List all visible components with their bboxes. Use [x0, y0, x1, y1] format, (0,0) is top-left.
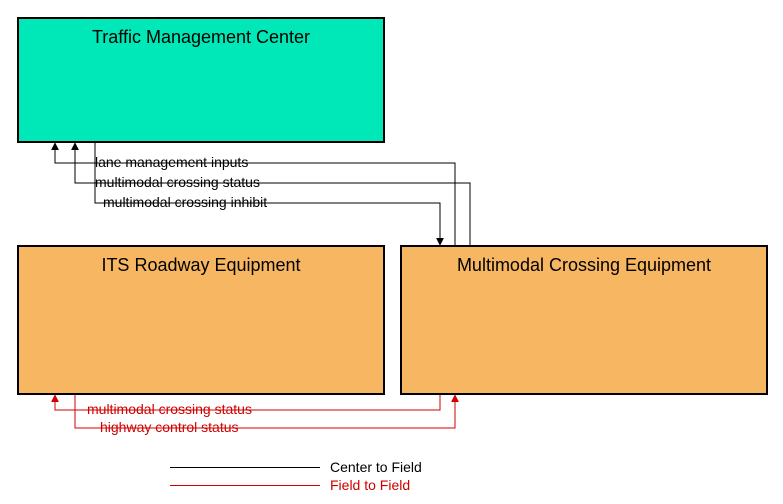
- flow-label-multimodal-crossing-inhibit: multimodal crossing inhibit: [103, 194, 267, 210]
- node-multimodal-crossing-equipment[interactable]: Multimodal Crossing Equipment: [400, 245, 768, 395]
- legend-line-center-to-field: [170, 467, 320, 468]
- node-label: Multimodal Crossing Equipment: [457, 255, 711, 275]
- node-label: ITS Roadway Equipment: [101, 255, 300, 275]
- legend-label-center-to-field: Center to Field: [330, 459, 422, 475]
- node-label: Traffic Management Center: [92, 27, 310, 47]
- node-its-roadway-equipment[interactable]: ITS Roadway Equipment: [17, 245, 385, 395]
- legend-label-field-to-field: Field to Field: [330, 477, 410, 493]
- flow-label-highway-control-status: highway control status: [100, 419, 239, 435]
- flow-label-lane-management-inputs: lane management inputs: [95, 154, 248, 170]
- legend-line-field-to-field: [170, 485, 320, 486]
- flow-label-multimodal-crossing-status-tmc: multimodal crossing status: [95, 174, 260, 190]
- flow-label-multimodal-crossing-status-its: multimodal crossing status: [87, 401, 252, 417]
- node-traffic-management-center[interactable]: Traffic Management Center: [17, 17, 385, 143]
